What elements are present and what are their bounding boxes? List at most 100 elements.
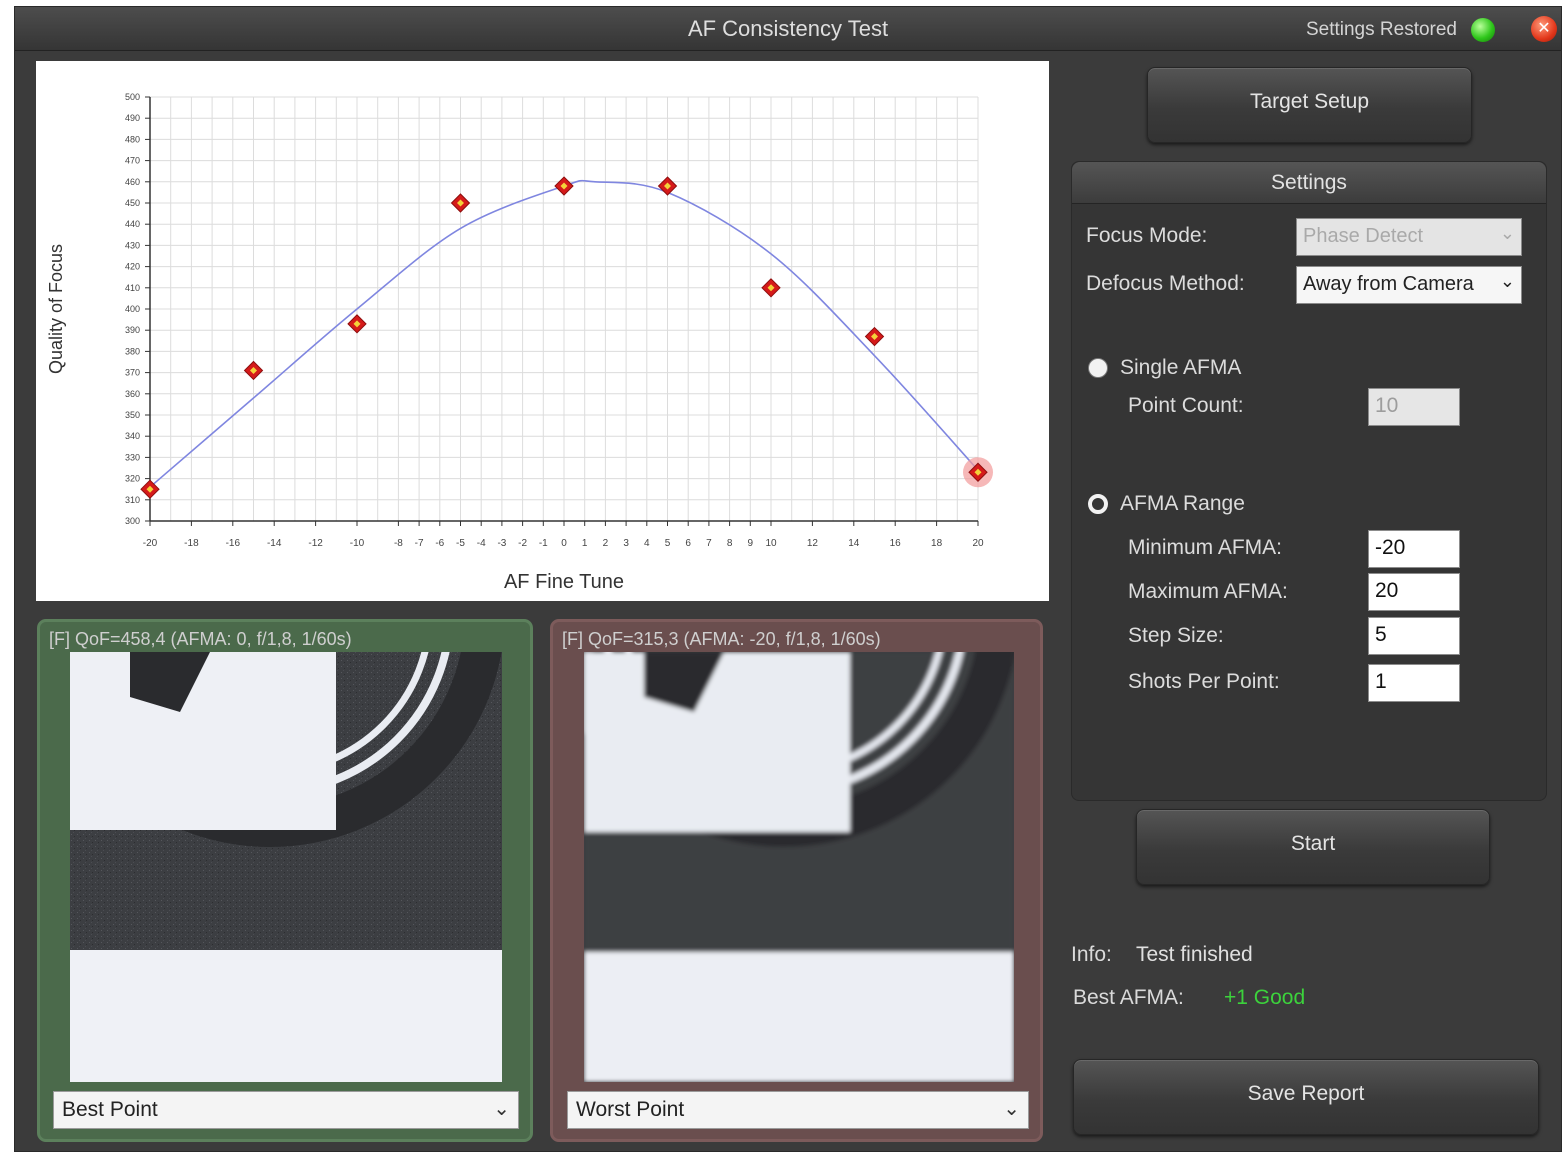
afma-range-label: AFMA Range	[1120, 492, 1245, 515]
afma-range-radio[interactable]	[1088, 494, 1108, 514]
single-afma-radio[interactable]	[1088, 358, 1108, 378]
y-tick-label: 310	[125, 495, 140, 505]
target-setup-button[interactable]: Target Setup	[1147, 67, 1472, 143]
x-tick-label: 7	[706, 538, 712, 549]
point-count-input[interactable]: 10	[1368, 388, 1460, 426]
best-afma-label: Best AFMA:	[1073, 986, 1184, 1009]
y-tick-label: 400	[125, 304, 140, 314]
x-tick-label: 6	[685, 538, 691, 549]
chevron-down-icon: ⌄	[1499, 223, 1515, 243]
best-afma-value: +1 Good	[1224, 986, 1306, 1009]
worst-point-selector-value: Worst Point	[576, 1098, 685, 1121]
single-afma-label: Single AFMA	[1120, 356, 1242, 379]
defocus-method-value: Away from Camera	[1303, 273, 1474, 295]
x-tick-label: -10	[350, 538, 365, 549]
save-report-button[interactable]: Save Report	[1073, 1059, 1539, 1135]
x-tick-label: -7	[415, 538, 424, 549]
y-tick-label: 460	[125, 177, 140, 187]
x-tick-label: -2	[518, 538, 527, 549]
x-tick-label: 0	[561, 538, 567, 549]
title-bar: AF Consistency Test Settings Restored ✕	[15, 7, 1561, 51]
worst-point-panel: [F] QoF=315,3 (AFMA: -20, f/1,8, 1/60s)	[550, 619, 1043, 1142]
y-tick-label: 480	[125, 134, 140, 144]
shots-per-point-label: Shots Per Point:	[1128, 670, 1280, 693]
info-label: Info:	[1071, 943, 1112, 966]
x-tick-label: 5	[665, 538, 671, 549]
settings-panel: Settings Focus Mode: Phase Detect ⌄ Defo…	[1071, 161, 1547, 801]
y-tick-label: 370	[125, 368, 140, 378]
x-tick-label: 10	[765, 538, 777, 549]
chevron-down-icon: ⌄	[1003, 1098, 1020, 1120]
y-tick-label: 450	[125, 198, 140, 208]
status-led-icon	[1471, 18, 1495, 42]
x-tick-label: 3	[623, 538, 629, 549]
x-tick-label: -4	[477, 538, 486, 549]
y-tick-label: 440	[125, 219, 140, 229]
max-afma-label: Maximum AFMA:	[1128, 580, 1288, 603]
x-tick-label: 8	[727, 538, 733, 549]
focus-chart-svg: 5004904804704604504404304204104003903803…	[46, 92, 993, 593]
y-axis-label: Quality of Focus	[46, 244, 66, 374]
y-tick-label: 410	[125, 283, 140, 293]
x-tick-label: 20	[972, 538, 984, 549]
step-size-label: Step Size:	[1128, 624, 1224, 647]
y-tick-label: 300	[125, 516, 140, 526]
x-tick-label: 9	[748, 538, 754, 549]
x-tick-label: -14	[267, 538, 282, 549]
x-tick-label: 14	[848, 538, 860, 549]
best-point-panel: [F] QoF=458,4 (AFMA: 0, f/1,8, 1/60s) Be…	[37, 619, 533, 1142]
af-test-window: AF Consistency Test Settings Restored ✕ …	[14, 6, 1562, 1152]
close-icon[interactable]: ✕	[1531, 16, 1557, 42]
x-tick-label: -6	[435, 538, 444, 549]
worst-point-caption: [F] QoF=315,3 (AFMA: -20, f/1,8, 1/60s)	[562, 629, 881, 649]
best-point-selector[interactable]: Best Point ⌄	[53, 1091, 519, 1129]
min-afma-input[interactable]: -20	[1368, 530, 1460, 568]
x-tick-label: 2	[603, 538, 609, 549]
x-axis-label: AF Fine Tune	[504, 571, 624, 593]
x-tick-label: 4	[644, 538, 650, 549]
y-tick-label: 350	[125, 410, 140, 420]
y-tick-label: 380	[125, 346, 140, 356]
y-tick-label: 430	[125, 240, 140, 250]
best-point-image	[70, 652, 502, 1082]
x-tick-label: -1	[539, 538, 548, 549]
max-afma-input[interactable]: 20	[1368, 573, 1460, 611]
x-tick-label: 1	[582, 538, 588, 549]
step-size-input[interactable]: 5	[1368, 617, 1460, 655]
settings-status-text: Settings Restored	[1305, 19, 1457, 40]
worst-point-selector[interactable]: Worst Point ⌄	[567, 1091, 1029, 1129]
best-point-selector-value: Best Point	[62, 1098, 158, 1121]
x-tick-label: -16	[226, 538, 241, 549]
x-tick-label: 18	[931, 538, 943, 549]
x-tick-label: -18	[184, 538, 199, 549]
x-tick-label: -3	[497, 538, 506, 549]
x-tick-label: 16	[890, 538, 902, 549]
y-tick-label: 320	[125, 474, 140, 484]
min-afma-label: Minimum AFMA:	[1128, 536, 1283, 559]
y-tick-label: 360	[125, 389, 140, 399]
defocus-method-select[interactable]: Away from Camera ⌄	[1296, 266, 1522, 304]
y-tick-label: 420	[125, 262, 140, 272]
x-tick-label: 12	[807, 538, 819, 549]
start-button[interactable]: Start	[1136, 809, 1490, 885]
x-tick-label: -12	[308, 538, 323, 549]
y-tick-label: 330	[125, 452, 140, 462]
focus-mode-label: Focus Mode:	[1086, 224, 1208, 247]
focus-mode-value: Phase Detect	[1303, 225, 1424, 247]
best-point-caption: [F] QoF=458,4 (AFMA: 0, f/1,8, 1/60s)	[49, 629, 352, 649]
worst-point-image	[584, 652, 1014, 1082]
point-count-label: Point Count:	[1128, 394, 1244, 417]
chevron-down-icon: ⌄	[493, 1098, 510, 1120]
x-tick-label: -8	[394, 538, 403, 549]
focus-chart: 500 490 480 470 460 450 440 430 420 410 400 390 380 3…	[36, 61, 1049, 601]
chart-grid	[149, 96, 979, 522]
focus-mode-select[interactable]: Phase Detect ⌄	[1296, 218, 1522, 256]
shots-per-point-input[interactable]: 1	[1368, 664, 1460, 702]
x-tick-label: -20	[143, 538, 158, 549]
info-status: Test finished	[1136, 943, 1253, 966]
y-tick-label: 470	[125, 156, 140, 166]
chevron-down-icon: ⌄	[1495, 271, 1515, 292]
y-tick-label: 340	[125, 431, 140, 441]
x-tick-label: -5	[456, 538, 465, 549]
y-tick-label: 500	[125, 92, 140, 102]
